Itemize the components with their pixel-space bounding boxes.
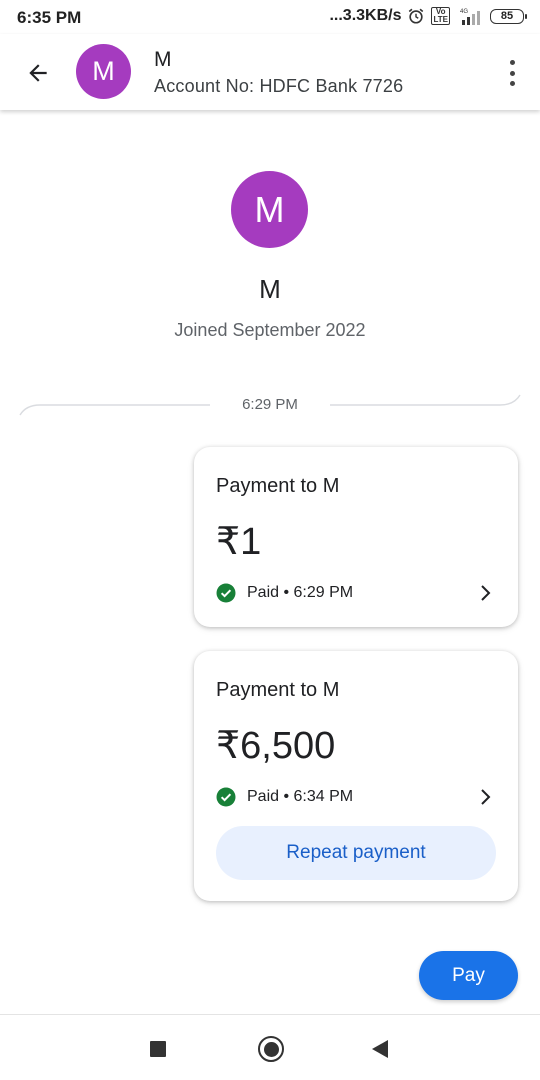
network-speed: ...3.3KB/s (329, 7, 402, 24)
system-nav-bar (0, 1014, 540, 1080)
pay-button[interactable]: Pay (419, 951, 518, 1000)
payment-amount: ₹6,500 (216, 725, 336, 767)
app-bar: M M Account No: HDFC Bank 7726 (0, 34, 540, 110)
header-avatar[interactable]: M (76, 44, 131, 99)
payment-status-text: Paid • 6:34 PM (247, 788, 354, 805)
volte-icon: Vo LTE (431, 7, 450, 25)
payment-amount: ₹1 (216, 521, 262, 563)
battery-icon: 85 (490, 8, 527, 24)
payment-title: Payment to M (216, 679, 340, 701)
profile-name: M (259, 274, 281, 304)
arrow-back-icon (29, 64, 47, 82)
system-back-button[interactable] (372, 1040, 388, 1058)
payment-status: Paid • 6:34 PM (216, 787, 353, 807)
network-type-label: 4G (460, 9, 468, 15)
home-icon (263, 1041, 279, 1057)
payment-card[interactable]: Payment to M ₹6,500 Paid • 6:34 PM Repea… (194, 651, 518, 901)
back-button[interactable] (22, 57, 54, 89)
header-contact-name: M (154, 48, 172, 71)
check-circle-icon (216, 583, 236, 603)
status-time: 6:35 PM (17, 8, 82, 27)
check-circle-icon (216, 787, 236, 807)
alarm-icon (409, 8, 424, 24)
more-options-button[interactable] (506, 58, 518, 88)
payment-card[interactable]: Payment to M ₹1 Paid • 6:29 PM (194, 447, 518, 627)
chevron-right-icon[interactable] (478, 584, 492, 602)
payment-title: Payment to M (216, 475, 340, 497)
header-account-number: Account No: HDFC Bank 7726 (154, 76, 404, 96)
profile-avatar: M (231, 171, 308, 248)
payment-status-text: Paid • 6:29 PM (247, 584, 354, 601)
recent-apps-button[interactable] (150, 1041, 166, 1057)
signal-icon: 4G (460, 9, 480, 25)
chevron-right-icon[interactable] (478, 788, 492, 806)
status-bar: 6:35 PM ...3.3KB/s Vo LTE 4G 85 (0, 0, 540, 34)
home-button[interactable] (258, 1036, 284, 1062)
thread-timestamp: 6:29 PM (242, 396, 298, 413)
status-indicators: ...3.3KB/s Vo LTE 4G 85 (329, 7, 527, 25)
profile-joined-date: Joined September 2022 (174, 320, 366, 340)
repeat-payment-button[interactable]: Repeat payment (216, 826, 496, 880)
payment-status: Paid • 6:29 PM (216, 583, 353, 603)
more-vert-icon (509, 60, 515, 65)
